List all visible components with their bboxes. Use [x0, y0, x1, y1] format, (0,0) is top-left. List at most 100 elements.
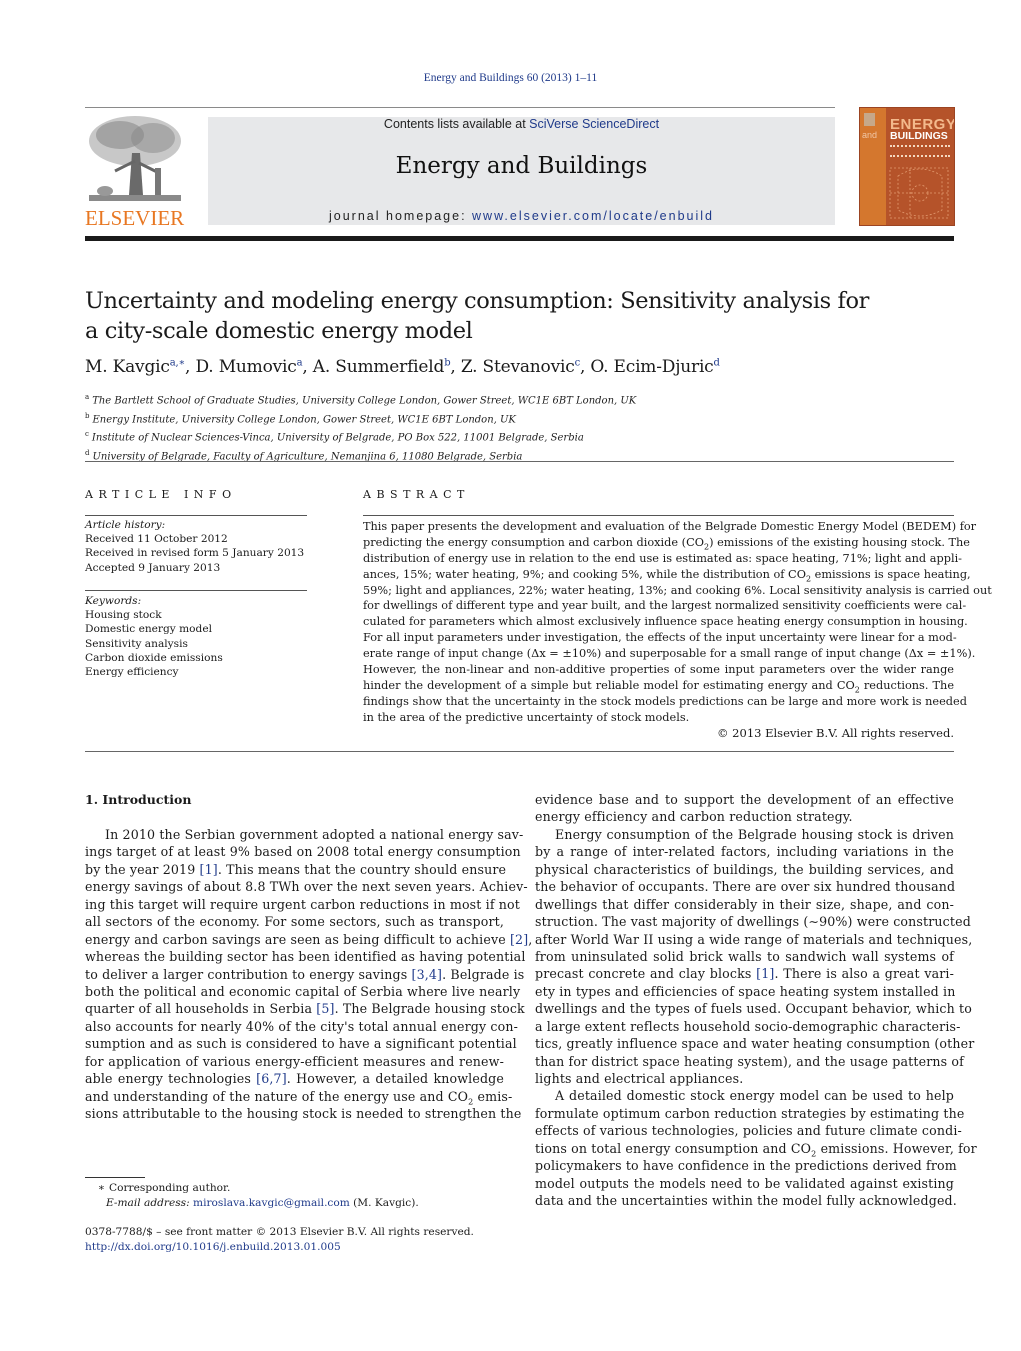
email-link[interactable]: miroslava.kavgic@gmail.com	[193, 1197, 350, 1209]
keyword: Carbon dioxide emissions	[85, 651, 223, 664]
text-line: effects of various technologies, policie…	[535, 1123, 962, 1139]
text-line: model outputs the models need to be vali…	[535, 1175, 954, 1191]
email-label: E-mail address:	[106, 1197, 190, 1209]
citation-link[interactable]: [5]	[316, 1001, 334, 1016]
author-affiliation-mark[interactable]: a	[297, 357, 303, 368]
text-line: struction. The vast majority of dwelling…	[535, 914, 971, 930]
text-line: for application of various energy-effici…	[85, 1053, 504, 1069]
history-item: Received 11 October 2012	[85, 533, 228, 546]
cover-title-and: and	[862, 130, 878, 140]
citation-link[interactable]: [6,7]	[256, 1071, 287, 1086]
title-line: a city-scale domestic energy model	[85, 318, 473, 344]
citation-link[interactable]: [3,4]	[412, 967, 443, 982]
keywords: Keywords: Housing stock Domestic energy …	[85, 594, 223, 679]
author-affiliation-mark[interactable]: b	[444, 357, 450, 368]
author-list: M. Kavgica,∗, D. Mumovica, A. Summerfiel…	[85, 357, 720, 377]
text-line: all sectors of the economy. For some sec…	[85, 914, 504, 930]
contents-prefix: Contents lists available at	[383, 117, 530, 131]
text-line: whereas the building sector has been ide…	[85, 949, 526, 965]
text-line: energy savings of about 8.8 TWh over the…	[85, 879, 528, 895]
header-thick-rule	[85, 236, 954, 241]
text-line: sumption and as such is considered to ha…	[85, 1036, 517, 1052]
text-line: also accounts for nearly 40% of the city…	[85, 1018, 518, 1034]
author-affiliation-mark[interactable]: d	[714, 357, 720, 368]
issn-block: 0378-7788/$ – see front matter © 2013 El…	[85, 1225, 474, 1255]
homepage-prefix: journal homepage:	[329, 209, 473, 223]
affiliation-text: The Bartlett School of Graduate Studies,…	[92, 395, 637, 407]
keyword: Domestic energy model	[85, 623, 212, 636]
text-line: a large extent reflects household socio-…	[535, 1018, 961, 1034]
keyword: Sensitivity analysis	[85, 637, 188, 650]
journal-banner: Contents lists available at SciVerse Sci…	[208, 117, 835, 225]
text-line: tics, greatly influence space and water …	[535, 1036, 975, 1052]
author-affiliation-mark[interactable]: c	[575, 357, 581, 368]
text-line: 59%; light and appliances, 22%; water he…	[363, 583, 992, 597]
citation-link[interactable]: [1]	[200, 862, 218, 877]
text-line: to deliver a larger contribution to ener…	[85, 966, 525, 982]
author-name[interactable]: M. Kavgic	[85, 357, 170, 377]
journal-citation[interactable]: Energy and Buildings 60 (2013) 1–11	[0, 72, 1021, 84]
affiliation: c Institute of Nuclear Sciences-Vinca, Un…	[85, 427, 636, 446]
author-name[interactable]: O. Ecim-Djuric	[590, 357, 713, 377]
journal-cover-thumbnail[interactable]: ENERGY and BUILDINGS	[859, 107, 955, 226]
affiliation-key: d	[85, 448, 90, 457]
section-rule	[85, 751, 954, 752]
section-rule	[85, 461, 954, 462]
text-line: quarter of all households in Serbia [5].…	[85, 1001, 525, 1017]
text-line: data and the uncertainties within the mo…	[535, 1193, 957, 1209]
author-name[interactable]: D. Mumovic	[195, 357, 296, 377]
text-line: formulate optimum carbon reduction strat…	[535, 1105, 965, 1121]
abstract-copyright: © 2013 Elsevier B.V. All rights reserved…	[717, 726, 954, 740]
article-history: Article history: Received 11 October 201…	[85, 518, 304, 575]
body-column-right: evidence base and to support the develop…	[535, 791, 977, 1210]
author-affiliation-mark[interactable]: a,∗	[170, 357, 186, 368]
article-info-rule	[85, 515, 307, 516]
text-line: precast concrete and clay blocks [1]. Th…	[535, 966, 954, 982]
body-column-left: In 2010 the Serbian government adopted a…	[85, 826, 533, 1122]
affiliation-key: c	[85, 430, 89, 439]
text-line: ety in types and efficiencies of space h…	[535, 983, 956, 999]
text-line: energy and carbon savings are seen as be…	[85, 931, 533, 947]
text-line: policymakers to have confidence in the p…	[535, 1158, 957, 1174]
cover-subtitle-lines	[890, 145, 950, 157]
affiliation-text: Energy Institute, University College Lon…	[92, 413, 516, 425]
author-name[interactable]: Z. Stevanovic	[461, 357, 575, 377]
text-line: physical characteristics of buildings, t…	[535, 861, 954, 877]
keywords-label: Keywords:	[85, 595, 142, 607]
article-title: Uncertainty and modeling energy consumpt…	[85, 286, 945, 346]
abstract-rule	[363, 515, 954, 516]
citation-link[interactable]: [1]	[756, 966, 774, 981]
text-line: tions on total energy consumption and CO…	[535, 1140, 977, 1159]
homepage-link[interactable]: www.elsevier.com/locate/enbuild	[472, 209, 714, 223]
subscript: 2	[703, 542, 710, 552]
text-line: This paper presents the development and …	[363, 520, 977, 533]
text-line: for dwellings of different type and year…	[363, 599, 967, 613]
elsevier-logo[interactable]: ELSEVIER	[85, 113, 200, 230]
contents-line: Contents lists available at SciVerse Sci…	[208, 117, 835, 131]
text-line: sions attributable to the housing stock …	[85, 1106, 522, 1121]
author-name[interactable]: A. Summerfield	[313, 357, 445, 377]
text-line: dwellings and the types of fuels used. O…	[535, 1001, 972, 1017]
homepage-line: journal homepage: www.elsevier.com/locat…	[208, 209, 835, 223]
affiliation-key: a	[85, 393, 90, 401]
cover-title-buildings: BUILDINGS	[890, 130, 948, 142]
footnote-text: Corresponding author.	[109, 1182, 231, 1194]
email-owner: (M. Kavgic).	[349, 1197, 419, 1209]
text-line: However, the non-linear and non-additive…	[363, 663, 954, 677]
sciencedirect-link[interactable]: SciVerse ScienceDirect	[529, 117, 659, 131]
citation-link[interactable]: [2]	[510, 932, 528, 947]
text-line: by a range of inter-related factors, inc…	[535, 844, 954, 860]
subscript: 2	[854, 685, 860, 695]
affiliation: b Energy Institute, University College Lo…	[85, 409, 636, 428]
cover-blueprint-icon	[889, 167, 949, 219]
text-line: For all input parameters under investiga…	[363, 631, 957, 645]
text-line: both the political and economic capital …	[85, 983, 521, 999]
text-line: the behavior of occupants. There are ove…	[535, 879, 956, 895]
text-line: hinder the development of a simple but r…	[363, 678, 955, 695]
keyword: Housing stock	[85, 609, 162, 622]
history-item: Received in revised form 5 January 2013	[85, 547, 305, 560]
doi-link[interactable]: http://dx.doi.org/10.1016/j.enbuild.2013…	[85, 1241, 341, 1253]
affiliations: a The Bartlett School of Graduate Studies…	[85, 390, 636, 465]
text-line: erate range of input change (Δx = ±10%) …	[363, 647, 976, 661]
elsevier-wordmark: ELSEVIER	[85, 206, 185, 230]
